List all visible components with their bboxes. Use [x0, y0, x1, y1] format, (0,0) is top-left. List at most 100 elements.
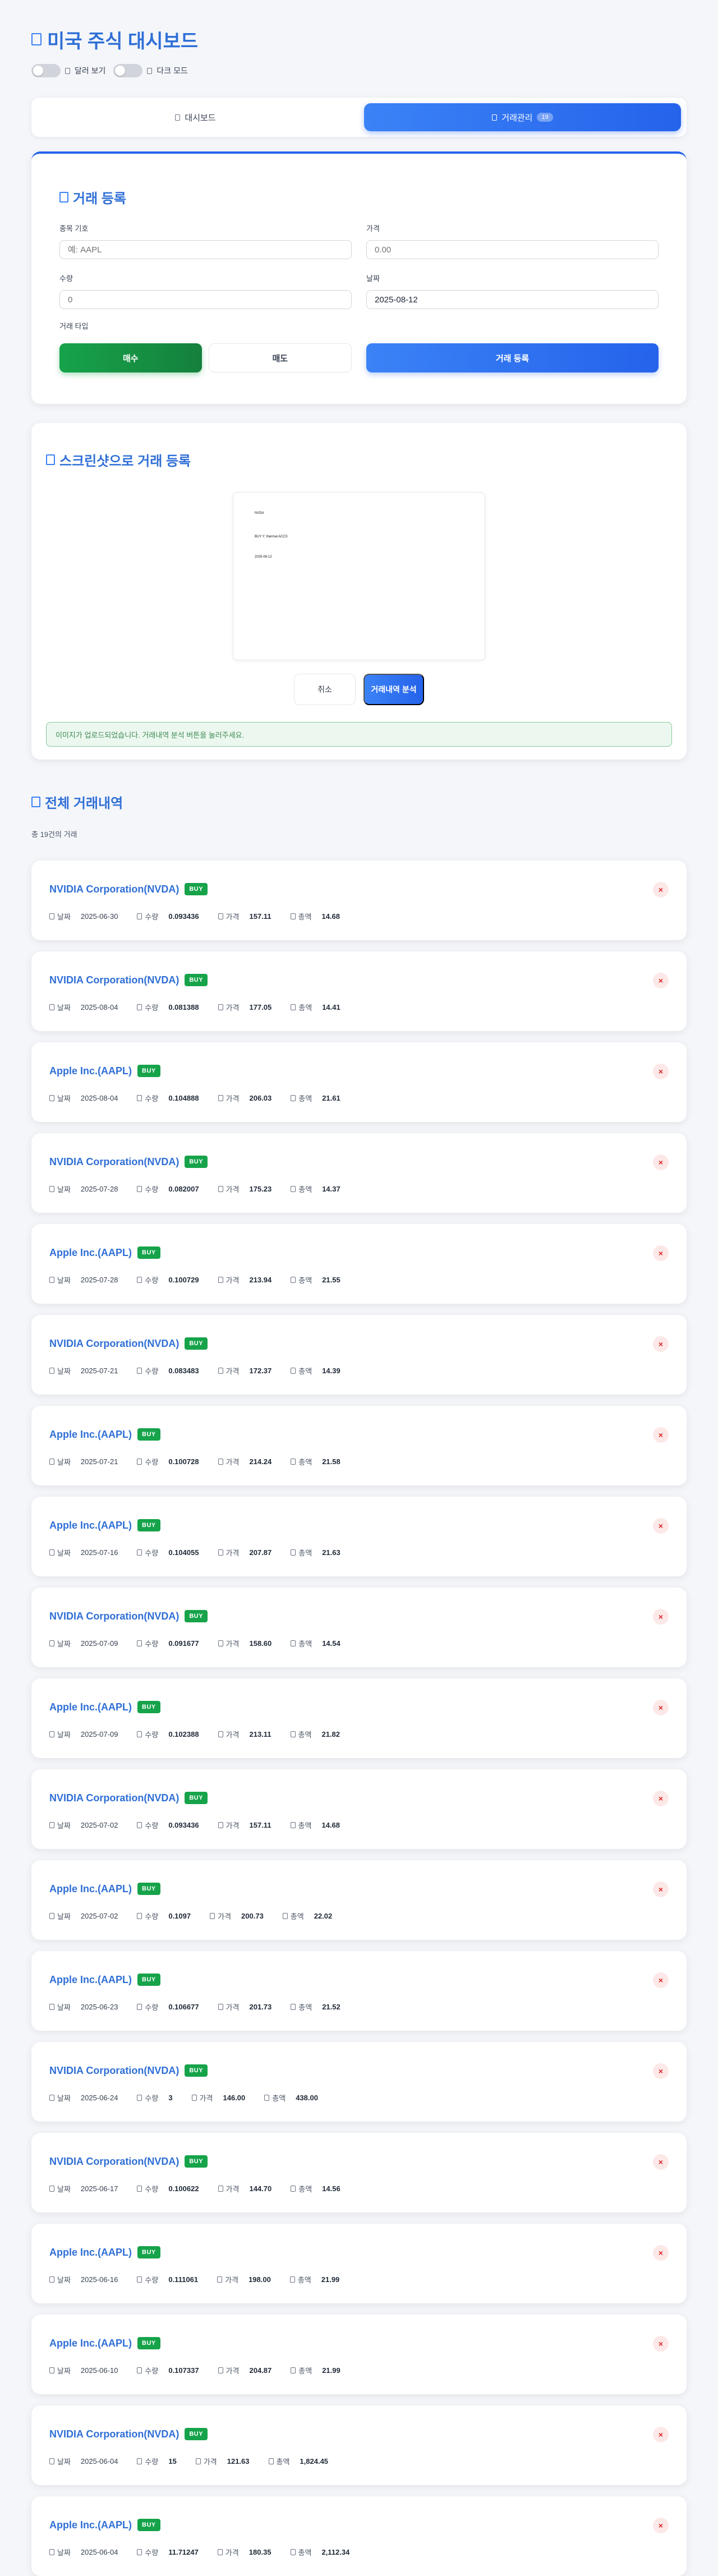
dollar-view-toggle[interactable] [31, 64, 61, 77]
delete-trade-button[interactable]: × [653, 1700, 669, 1715]
symbol-input[interactable] [59, 240, 352, 259]
screenshot-card: 스크린샷으로 거래 등록 NVDA BUY Y: thermal ACCS 20… [31, 423, 687, 760]
price-icon [210, 1913, 215, 1919]
calendar-icon [49, 1186, 54, 1192]
delete-trade-button[interactable]: × [653, 973, 669, 988]
qty-meta: 수량 [137, 2547, 158, 2557]
delete-trade-button[interactable]: × [653, 2245, 669, 2261]
delete-trade-button[interactable]: × [653, 1518, 669, 1534]
price-input[interactable] [366, 240, 659, 259]
submit-trade-button[interactable]: 거래 등록 [366, 343, 659, 372]
delete-trade-button[interactable]: × [653, 1791, 669, 1806]
calendar-icon [49, 1822, 54, 1828]
analyze-button[interactable]: 거래내역 분석 [363, 674, 424, 705]
screenshot-title-text: 스크린샷으로 거래 등록 [59, 454, 191, 469]
cancel-button[interactable]: 취소 [294, 674, 356, 705]
date-meta: 날짜 [49, 1093, 71, 1103]
trade-date: 2025-06-24 [80, 2094, 118, 2102]
trade-type-badge: BUY [185, 2155, 208, 2168]
delete-trade-button[interactable]: × [653, 1154, 669, 1170]
delete-trade-button[interactable]: × [653, 2063, 669, 2079]
delete-trade-button[interactable]: × [653, 1882, 669, 1897]
qty-meta-label: 수량 [145, 2185, 159, 2193]
calendar-icon [49, 2367, 54, 2373]
preview-line: 2025-06-12 [255, 555, 272, 559]
trade-qty: 0.083483 [168, 1367, 199, 1375]
trade-type-selector: 매수 매도 [59, 343, 352, 372]
price-meta: 가격 [218, 1729, 240, 1740]
tab-trades[interactable]: 거래관리 19 [364, 103, 681, 131]
delete-trade-button[interactable]: × [653, 1427, 669, 1443]
delete-trade-button[interactable]: × [653, 1245, 669, 1261]
dark-toggle-label: 다크 모드 [157, 66, 188, 75]
date-meta: 날짜 [49, 1184, 71, 1194]
date-meta: 날짜 [49, 2092, 71, 2103]
delete-trade-button[interactable]: × [653, 1609, 669, 1625]
buy-button[interactable]: 매수 [59, 343, 202, 372]
qty-icon [137, 1459, 142, 1465]
tab-dashboard[interactable]: 대시보드 [37, 103, 354, 131]
trade-date: 2025-08-04 [80, 1094, 118, 1102]
date-meta-label: 날짜 [57, 1367, 71, 1376]
trade-date: 2025-06-23 [80, 2003, 118, 2011]
total-meta-label: 총액 [298, 1004, 312, 1012]
total-meta-label: 총액 [298, 1367, 312, 1376]
price-meta: 가격 [210, 1911, 231, 1921]
delete-trade-button[interactable]: × [653, 1064, 669, 1079]
trade-meta: 날짜 2025-06-24 수량 3 가격 146.00 총액 438.00 [49, 2092, 669, 2103]
total-icon [291, 1186, 296, 1192]
qty-meta: 수량 [137, 1911, 158, 1921]
price-meta-label: 가격 [225, 1367, 240, 1376]
trade-item: NVIDIA Corporation(NVDA) BUY × 날짜 2025-0… [31, 2133, 687, 2212]
tab-trades-label: 거래관리 [501, 113, 533, 123]
price-icon [218, 1277, 223, 1283]
trade-item: Apple Inc.(AAPL) BUY × 날짜 2025-07-28 수량 … [31, 1224, 687, 1304]
trade-item: Apple Inc.(AAPL) BUY × 날짜 2025-07-21 수량 … [31, 1406, 687, 1485]
trade-meta: 날짜 2025-07-28 수량 0.100729 가격 213.94 총액 2… [49, 1275, 669, 1285]
price-icon [218, 913, 223, 919]
total-meta-label: 총액 [298, 913, 312, 921]
trade-total: 14.54 [322, 1639, 340, 1648]
delete-trade-button[interactable]: × [653, 1336, 669, 1352]
delete-trade-button[interactable]: × [653, 2518, 669, 2533]
price-meta: 가격 [218, 1456, 240, 1467]
trade-stock-name: NVIDIA Corporation(NVDA) [49, 2155, 180, 2167]
trade-header: Apple Inc.(AAPL) BUY [49, 1428, 669, 1441]
delete-trade-button[interactable]: × [653, 2336, 669, 2352]
trade-item: Apple Inc.(AAPL) BUY × 날짜 2025-08-04 수량 … [31, 1042, 687, 1122]
price-meta: 가격 [218, 1638, 240, 1649]
trade-meta: 날짜 2025-07-16 수량 0.104055 가격 207.87 총액 2… [49, 1547, 669, 1558]
delete-trade-button[interactable]: × [653, 2427, 669, 2442]
delete-trade-button[interactable]: × [653, 1972, 669, 1988]
total-meta-label: 총액 [298, 1094, 312, 1103]
total-meta: 총액 [264, 2092, 286, 2103]
trade-stock-name: NVIDIA Corporation(NVDA) [49, 974, 180, 986]
date-meta: 날짜 [49, 1275, 71, 1285]
chart-icon [31, 33, 42, 45]
date-input[interactable] [366, 290, 659, 309]
dark-mode-toggle[interactable] [113, 64, 143, 77]
price-icon [218, 2186, 223, 2192]
trade-price: 172.37 [249, 1367, 272, 1375]
delete-trade-button[interactable]: × [653, 882, 669, 898]
trade-stock-name: NVIDIA Corporation(NVDA) [49, 2428, 180, 2440]
qty-meta: 수량 [137, 2274, 158, 2285]
price-meta-label: 가격 [225, 2367, 240, 2375]
sell-button[interactable]: 매도 [208, 343, 352, 372]
trade-type-badge: BUY [137, 1974, 160, 1986]
date-meta-label: 날짜 [57, 1004, 71, 1012]
total-icon [268, 2458, 274, 2464]
trade-price: 207.87 [249, 1548, 272, 1557]
trade-date: 2025-07-09 [80, 1639, 118, 1648]
trade-total: 14.39 [322, 1367, 340, 1375]
qty-meta: 수량 [137, 1456, 158, 1467]
price-meta-label: 가격 [203, 2458, 217, 2466]
symbol-label: 종목 기호 [59, 224, 89, 233]
delete-trade-button[interactable]: × [653, 2154, 669, 2170]
calendar-icon [49, 1004, 54, 1010]
trade-item: Apple Inc.(AAPL) BUY × 날짜 2025-06-04 수량 … [31, 2496, 687, 2576]
note-icon [59, 192, 68, 203]
price-meta: 가격 [218, 2183, 240, 2194]
trade-stock-name: Apple Inc.(AAPL) [49, 2337, 132, 2349]
qty-input[interactable] [59, 290, 352, 309]
